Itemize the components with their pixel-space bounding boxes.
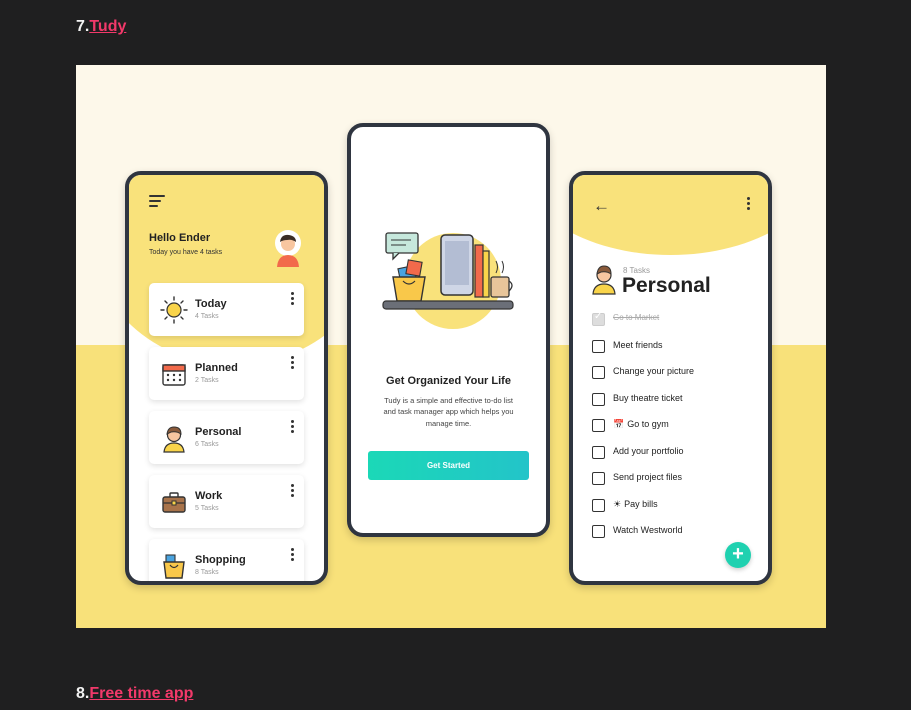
- task-label: Buy theatre ticket: [613, 393, 683, 403]
- task-checkbox[interactable]: [592, 499, 605, 512]
- task-label: Go to gym: [627, 419, 669, 429]
- task-label: Watch Westworld: [613, 525, 683, 535]
- greeting-subtitle: Today you have 4 tasks: [149, 249, 223, 256]
- briefcase-icon: [162, 492, 186, 513]
- sun-icon: ☀: [613, 499, 622, 509]
- card-more-icon[interactable]: [291, 292, 294, 307]
- task-checkbox[interactable]: [592, 393, 605, 406]
- task-checkbox[interactable]: [592, 311, 605, 326]
- category-card-personal[interactable]: Personal 6 Tasks: [149, 411, 304, 464]
- greeting-title: Hello Ender: [149, 232, 211, 244]
- article-heading-8: 8.Free time app: [76, 685, 193, 703]
- app-showcase-image: Hello Ender Today you have 4 tasks Today…: [76, 65, 826, 628]
- task-checkbox[interactable]: [592, 472, 605, 485]
- person-icon: [592, 265, 616, 295]
- card-count: 5 Tasks: [195, 505, 219, 512]
- onboarding-title: Get Organized Your Life: [386, 375, 511, 387]
- workspace-illustration-icon: [382, 232, 514, 329]
- card-title: Personal: [195, 426, 242, 438]
- phone-onboarding-screen: Get Organized Your Life Tudy is a simple…: [347, 123, 550, 537]
- hamburger-menu-icon[interactable]: [149, 195, 165, 210]
- category-card-shopping[interactable]: Shopping 8 Tasks: [149, 539, 304, 581]
- category-card-today[interactable]: Today 4 Tasks: [149, 283, 304, 336]
- get-started-button[interactable]: Get Started: [368, 451, 529, 480]
- phone-personal-list-screen: ← 8 Tasks Personal Go to Market Meet fri…: [569, 171, 772, 585]
- avatar-icon[interactable]: [272, 229, 304, 267]
- task-label: Pay bills: [624, 499, 658, 509]
- category-card-planned[interactable]: Planned 2 Tasks: [149, 347, 304, 400]
- calendar-icon: 📅: [613, 419, 625, 429]
- task-label: Go to Market: [613, 313, 660, 322]
- card-title: Work: [195, 490, 223, 502]
- card-more-icon[interactable]: [291, 356, 294, 371]
- heading-link-tudy[interactable]: Tudy: [89, 18, 126, 35]
- card-count: 4 Tasks: [195, 313, 219, 320]
- task-checkbox[interactable]: [592, 366, 605, 379]
- card-count: 6 Tasks: [195, 441, 219, 448]
- task-checkbox[interactable]: [592, 525, 605, 538]
- card-more-icon[interactable]: [291, 548, 294, 563]
- list-title: Personal: [622, 274, 711, 297]
- card-count: 2 Tasks: [195, 377, 219, 384]
- heading-link-free-time-app[interactable]: Free time app: [89, 685, 193, 702]
- heading-number: 8.: [76, 685, 90, 702]
- heading-number: 7.: [76, 18, 90, 35]
- category-card-work[interactable]: Work 5 Tasks: [149, 475, 304, 528]
- card-more-icon[interactable]: [291, 484, 294, 499]
- shopping-bag-icon: [163, 554, 185, 579]
- task-label: Change your picture: [613, 366, 695, 376]
- person-icon: [163, 426, 185, 453]
- article-heading-7: 7.Tudy: [76, 18, 126, 36]
- card-title: Today: [195, 298, 227, 310]
- sun-icon: [160, 296, 188, 324]
- calendar-icon: [162, 364, 186, 386]
- card-more-icon[interactable]: [291, 420, 294, 435]
- card-title: Planned: [195, 362, 238, 374]
- task-label: Meet friends: [613, 340, 663, 350]
- card-title: Shopping: [195, 554, 246, 566]
- more-options-icon[interactable]: [747, 197, 750, 212]
- task-checkbox[interactable]: [592, 446, 605, 459]
- onboarding-description: Tudy is a simple and effective to-do lis…: [383, 396, 514, 428]
- add-task-button[interactable]: +: [725, 542, 751, 568]
- task-checkbox[interactable]: [592, 340, 605, 353]
- card-count: 8 Tasks: [195, 569, 219, 576]
- phone-home-screen: Hello Ender Today you have 4 tasks Today…: [125, 171, 328, 585]
- task-label: Send project files: [613, 472, 683, 482]
- task-checkbox[interactable]: [592, 419, 605, 432]
- back-arrow-icon[interactable]: ←: [593, 197, 610, 214]
- task-label: Add your portfolio: [613, 446, 684, 456]
